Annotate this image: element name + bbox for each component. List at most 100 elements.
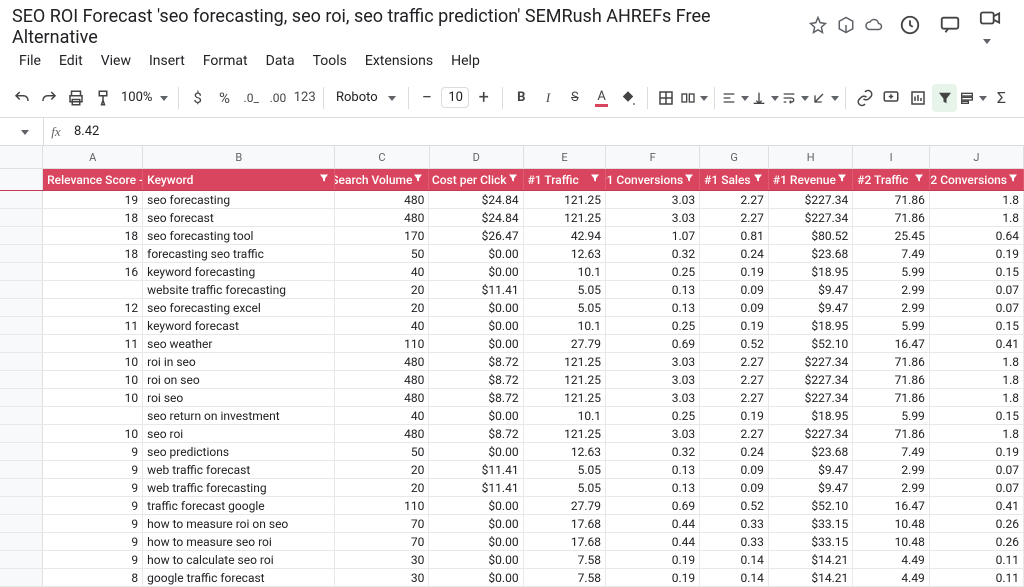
cell[interactable]: 27.79: [524, 335, 606, 352]
cell[interactable]: 7.58: [524, 551, 606, 568]
cell[interactable]: 0.14: [700, 569, 769, 586]
cell[interactable]: 11: [43, 335, 143, 352]
col-header-i[interactable]: I: [853, 146, 930, 168]
currency-icon[interactable]: $: [185, 84, 210, 112]
cell[interactable]: traffic forecast google: [143, 497, 335, 514]
cell[interactable]: 27.79: [524, 497, 606, 514]
cell[interactable]: $0.00: [429, 317, 523, 334]
cell[interactable]: 0.25: [606, 263, 700, 280]
move-icon[interactable]: [837, 16, 855, 38]
star-icon[interactable]: [809, 16, 827, 38]
cell[interactable]: 480: [335, 191, 429, 208]
header-cell[interactable]: #1 Traffic: [524, 169, 606, 190]
row-number[interactable]: [0, 461, 43, 478]
borders-icon[interactable]: [654, 84, 679, 112]
cell[interactable]: 121.25: [524, 353, 606, 370]
cell[interactable]: 3.03: [606, 389, 700, 406]
filter-toggle-icon[interactable]: [752, 172, 764, 187]
decrease-decimal-icon[interactable]: .0_: [239, 84, 264, 112]
italic-icon[interactable]: I: [536, 84, 561, 112]
name-box[interactable]: [0, 118, 44, 145]
row-number[interactable]: [0, 191, 43, 208]
cell[interactable]: 0.19: [930, 245, 1024, 262]
cell[interactable]: 0.26: [930, 533, 1024, 550]
cell[interactable]: 480: [335, 371, 429, 388]
cell[interactable]: 70: [335, 533, 429, 550]
cell[interactable]: 40: [335, 263, 429, 280]
cell[interactable]: keyword forecasting: [143, 263, 335, 280]
cell[interactable]: $18.95: [769, 263, 853, 280]
history-icon[interactable]: [899, 14, 921, 40]
row-number[interactable]: [0, 263, 43, 280]
cell[interactable]: $8.72: [429, 353, 523, 370]
cell[interactable]: how to calculate seo roi: [143, 551, 335, 568]
filter-views-icon[interactable]: [959, 84, 987, 112]
cell[interactable]: $18.95: [769, 407, 853, 424]
cell[interactable]: 0.15: [930, 263, 1024, 280]
cell[interactable]: 40: [335, 407, 429, 424]
cell[interactable]: 10.1: [524, 407, 606, 424]
cell[interactable]: $0.00: [429, 407, 523, 424]
cell[interactable]: 9: [43, 533, 143, 550]
comment-icon[interactable]: [939, 14, 961, 40]
cell[interactable]: seo predictions: [143, 443, 335, 460]
merge-cells-icon[interactable]: [680, 84, 708, 112]
filter-icon[interactable]: [932, 84, 957, 112]
cell[interactable]: 0.11: [930, 551, 1024, 568]
filter-toggle-icon[interactable]: [412, 172, 424, 187]
v-align-icon[interactable]: [751, 84, 779, 112]
cell[interactable]: 2.27: [700, 353, 769, 370]
font-select[interactable]: Roboto: [330, 90, 402, 105]
cell[interactable]: 0.32: [606, 443, 700, 460]
cell[interactable]: $14.21: [769, 551, 853, 568]
cell[interactable]: 0.15: [930, 407, 1024, 424]
cell[interactable]: 110: [335, 497, 429, 514]
cell[interactable]: 2.27: [700, 371, 769, 388]
cell[interactable]: 2.99: [853, 281, 930, 298]
cell[interactable]: $227.34: [769, 209, 853, 226]
cell[interactable]: roi seo: [143, 389, 335, 406]
row-number[interactable]: [0, 317, 43, 334]
cell[interactable]: 18: [43, 209, 143, 226]
cell[interactable]: 3.03: [606, 371, 700, 388]
cell[interactable]: 480: [335, 209, 429, 226]
cell[interactable]: 1.8: [930, 371, 1024, 388]
cell[interactable]: $11.41: [429, 461, 523, 478]
cell[interactable]: 9: [43, 461, 143, 478]
cell[interactable]: $0.00: [429, 569, 523, 586]
cell[interactable]: 9: [43, 551, 143, 568]
menu-tools[interactable]: Tools: [306, 50, 354, 72]
cell[interactable]: 0.24: [700, 245, 769, 262]
cell[interactable]: 0.07: [930, 281, 1024, 298]
cell[interactable]: 19: [43, 191, 143, 208]
cell[interactable]: 0.52: [700, 335, 769, 352]
cell[interactable]: $23.68: [769, 443, 853, 460]
col-header-h[interactable]: H: [769, 146, 853, 168]
cell[interactable]: 480: [335, 353, 429, 370]
cell[interactable]: 16: [43, 263, 143, 280]
bold-icon[interactable]: B: [509, 84, 534, 112]
cell[interactable]: 0.64: [930, 227, 1024, 244]
cell[interactable]: $0.00: [429, 551, 523, 568]
cell[interactable]: $8.72: [429, 389, 523, 406]
cell[interactable]: 18: [43, 227, 143, 244]
cell[interactable]: 8: [43, 569, 143, 586]
cell[interactable]: 0.09: [700, 281, 769, 298]
cell[interactable]: 0.09: [700, 461, 769, 478]
cell[interactable]: 10: [43, 425, 143, 442]
cell[interactable]: 0.25: [606, 407, 700, 424]
filter-toggle-icon[interactable]: [683, 172, 695, 187]
row-number[interactable]: [0, 245, 43, 262]
col-header-e[interactable]: E: [524, 146, 606, 168]
cell[interactable]: 2.99: [853, 299, 930, 316]
header-cell[interactable]: Search Volume: [335, 169, 429, 190]
filter-toggle-icon[interactable]: [836, 172, 848, 187]
menu-format[interactable]: Format: [196, 50, 255, 72]
cell[interactable]: 12.63: [524, 245, 606, 262]
cell[interactable]: 0.19: [700, 407, 769, 424]
cell[interactable]: $0.00: [429, 335, 523, 352]
cell[interactable]: 0.19: [700, 317, 769, 334]
cell[interactable]: 71.86: [853, 209, 930, 226]
font-size-decrease-icon[interactable]: −: [415, 84, 440, 112]
row-number[interactable]: [0, 443, 43, 460]
